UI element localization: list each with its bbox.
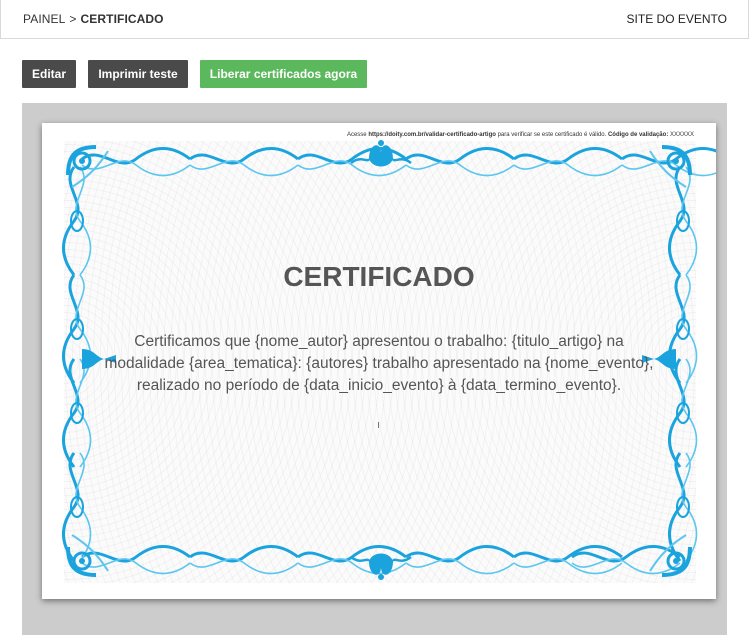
frame-top-border [80,147,716,177]
validation-note: Acesse https://doity.com.br/validar-cert… [346,132,694,138]
release-certificates-button[interactable]: Liberar certificados agora [200,60,367,88]
edit-button[interactable]: Editar [22,60,76,88]
certificate-preview-area: Acesse https://doity.com.br/validar-cert… [22,103,727,635]
validation-code: XXXXXX [669,132,694,138]
breadcrumb-separator: > [69,12,77,26]
top-bar: PAINEL > CERTIFICADO SITE DO EVENTO [0,0,749,39]
validation-url[interactable]: https://doity.com.br/validar-certificado… [368,132,496,138]
site-link[interactable]: SITE DO EVENTO [627,12,727,26]
breadcrumb-root[interactable]: PAINEL [23,12,65,26]
breadcrumb-current: CERTIFICADO [80,12,164,26]
cursor-mark [378,422,379,428]
certificate-title: CERTIFICADO [283,261,475,292]
breadcrumb: PAINEL > CERTIFICADO [23,12,164,26]
certificate-paper: Acesse https://doity.com.br/validar-cert… [42,123,716,599]
certificate-body: Certificamos que {nome_autor} apresentou… [104,333,654,394]
print-test-button[interactable]: Imprimir teste [88,60,188,88]
